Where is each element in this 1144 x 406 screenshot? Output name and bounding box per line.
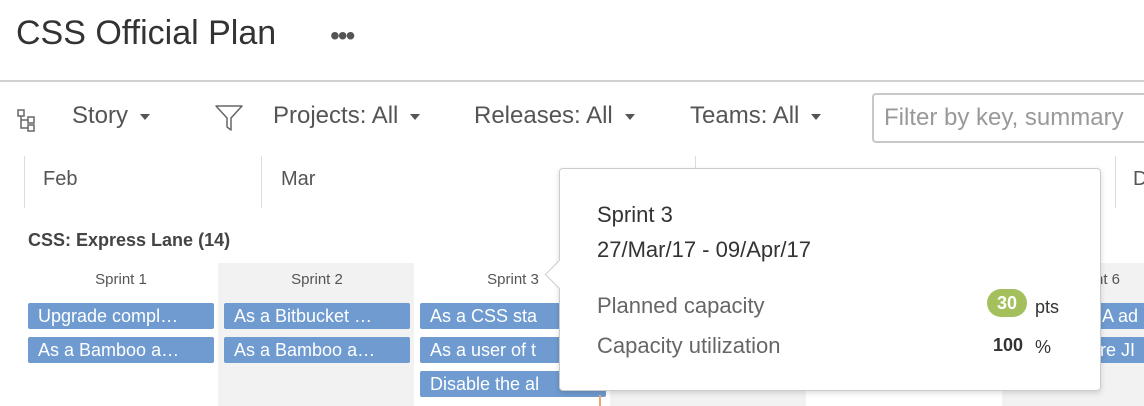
capacity-utilization-unit: % [1035, 337, 1052, 357]
sprint-tooltip: Sprint 3 27/Mar/17 - 09/Apr/17 Planned c… [544, 168, 1101, 391]
month-divider [261, 156, 262, 208]
month-label-d: D [1133, 168, 1144, 190]
chevron-down-icon [140, 113, 151, 120]
teams-filter[interactable]: Teams: All [690, 102, 822, 130]
lane-title: CSS: Express Lane (14) [28, 230, 231, 250]
search-input[interactable] [874, 95, 1144, 141]
issue-card[interactable]: As a Bamboo a… [224, 337, 410, 363]
releases-filter[interactable]: Releases: All [474, 102, 635, 130]
issue-card[interactable]: Upgrade compl… [28, 303, 214, 329]
sprint-label[interactable]: nt 6 [1095, 271, 1135, 288]
projects-filter[interactable]: Projects: All [273, 102, 421, 130]
chevron-down-icon [624, 113, 635, 120]
planned-capacity-badge: 30 [987, 289, 1027, 317]
capacity-utilization-label: Capacity utilization [597, 333, 781, 358]
teams-label: Teams: All [690, 102, 800, 129]
releases-label: Releases: All [474, 102, 613, 129]
tooltip-dates: 27/Mar/17 - 09/Apr/17 [597, 237, 812, 262]
projects-label: Projects: All [273, 102, 399, 129]
month-label-mar: Mar [281, 168, 316, 190]
header-divider [0, 80, 1144, 82]
issue-card[interactable]: As a Bitbucket … [224, 303, 410, 329]
hierarchy-icon [16, 108, 38, 137]
month-divider [1115, 156, 1116, 208]
page-title: CSS Official Plan [16, 14, 277, 52]
search-box [872, 93, 1144, 143]
sprint-label[interactable]: Sprint 2 [222, 271, 412, 288]
filter-icon[interactable] [214, 104, 244, 137]
hierarchy-label: Story [72, 102, 129, 129]
planned-capacity-unit: pts [1035, 297, 1060, 317]
more-actions-button[interactable]: ••• [330, 20, 355, 52]
sprint-label[interactable]: Sprint 1 [26, 271, 216, 288]
month-label-feb: Feb [43, 168, 78, 190]
month-divider [24, 156, 25, 208]
hierarchy-dropdown[interactable]: Story [72, 102, 151, 130]
issue-card[interactable]: As a Bamboo a… [28, 337, 214, 363]
chevron-down-icon [811, 113, 822, 120]
chevron-down-icon [410, 113, 421, 120]
today-marker [599, 395, 601, 406]
tooltip-title: Sprint 3 [597, 202, 673, 227]
planned-capacity-label: Planned capacity [597, 293, 765, 318]
capacity-utilization-value: 100 [993, 335, 1024, 355]
